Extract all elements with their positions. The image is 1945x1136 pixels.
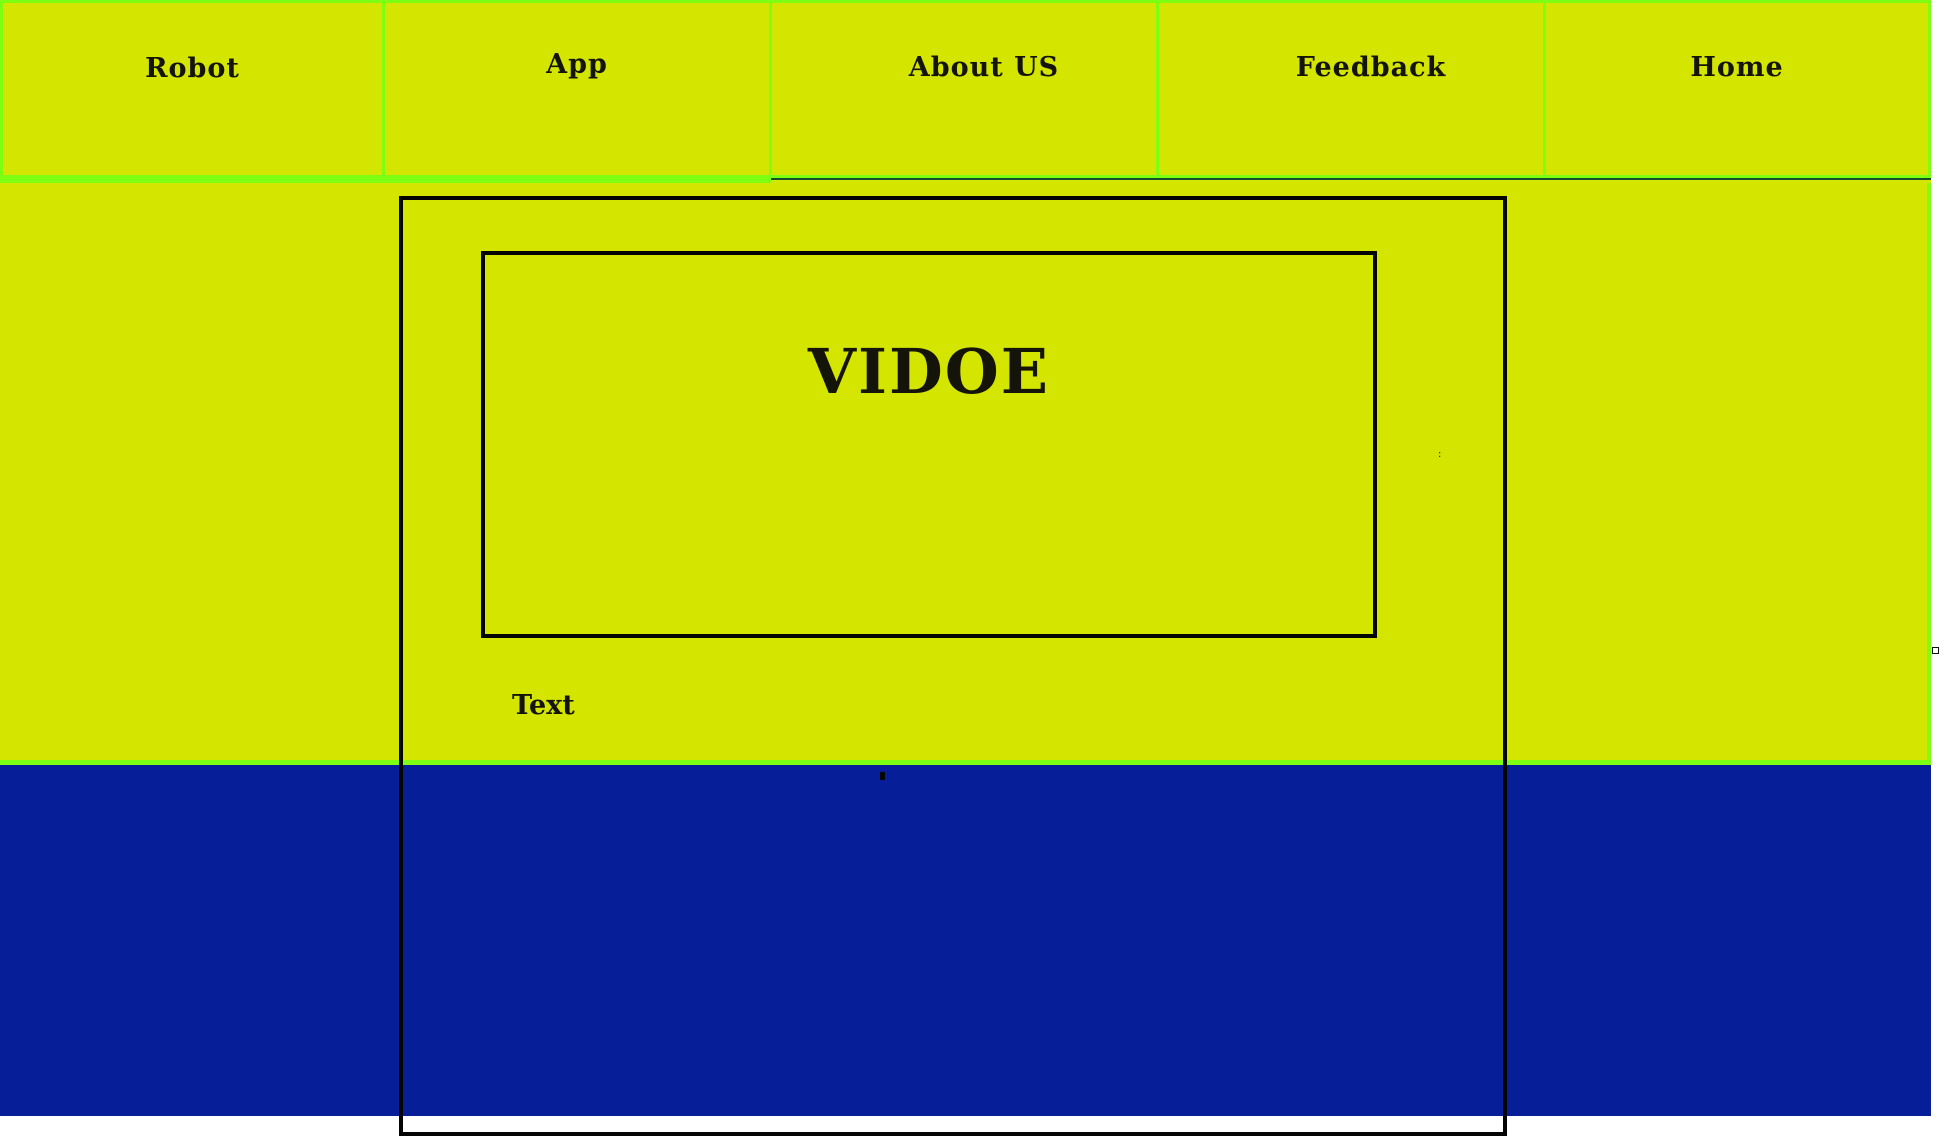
tiny-mark: : [1438,449,1442,460]
nav-item-feedback[interactable]: Feedback [1156,0,1546,178]
nav-item-robot-label: Robot [145,53,240,84]
top-navigation: Robot App About US Feedback Home [0,0,1931,183]
nav-item-home[interactable]: Home [1543,0,1931,178]
nav-item-about-us-label: About US [908,52,1060,83]
page-canvas: Robot App About US Feedback Home VIDOE T… [0,0,1931,1136]
nav-underline-left [0,178,771,183]
nav-item-app[interactable]: App [382,0,772,178]
nav-item-robot[interactable]: Robot [0,0,385,178]
video-title: VIDOE [807,335,1051,408]
nav-item-home-label: Home [1690,52,1784,83]
nav-underline-right [771,178,1931,180]
nav-item-about-us[interactable]: About US [769,0,1159,178]
nav-item-feedback-label: Feedback [1295,52,1447,83]
text-label: Text [512,690,575,721]
right-edge-border [1927,183,1931,765]
nav-item-app-label: App [546,49,608,80]
resize-handle[interactable] [1932,647,1939,654]
text-cursor-mark [880,772,885,780]
video-placeholder[interactable]: VIDOE [481,251,1377,638]
